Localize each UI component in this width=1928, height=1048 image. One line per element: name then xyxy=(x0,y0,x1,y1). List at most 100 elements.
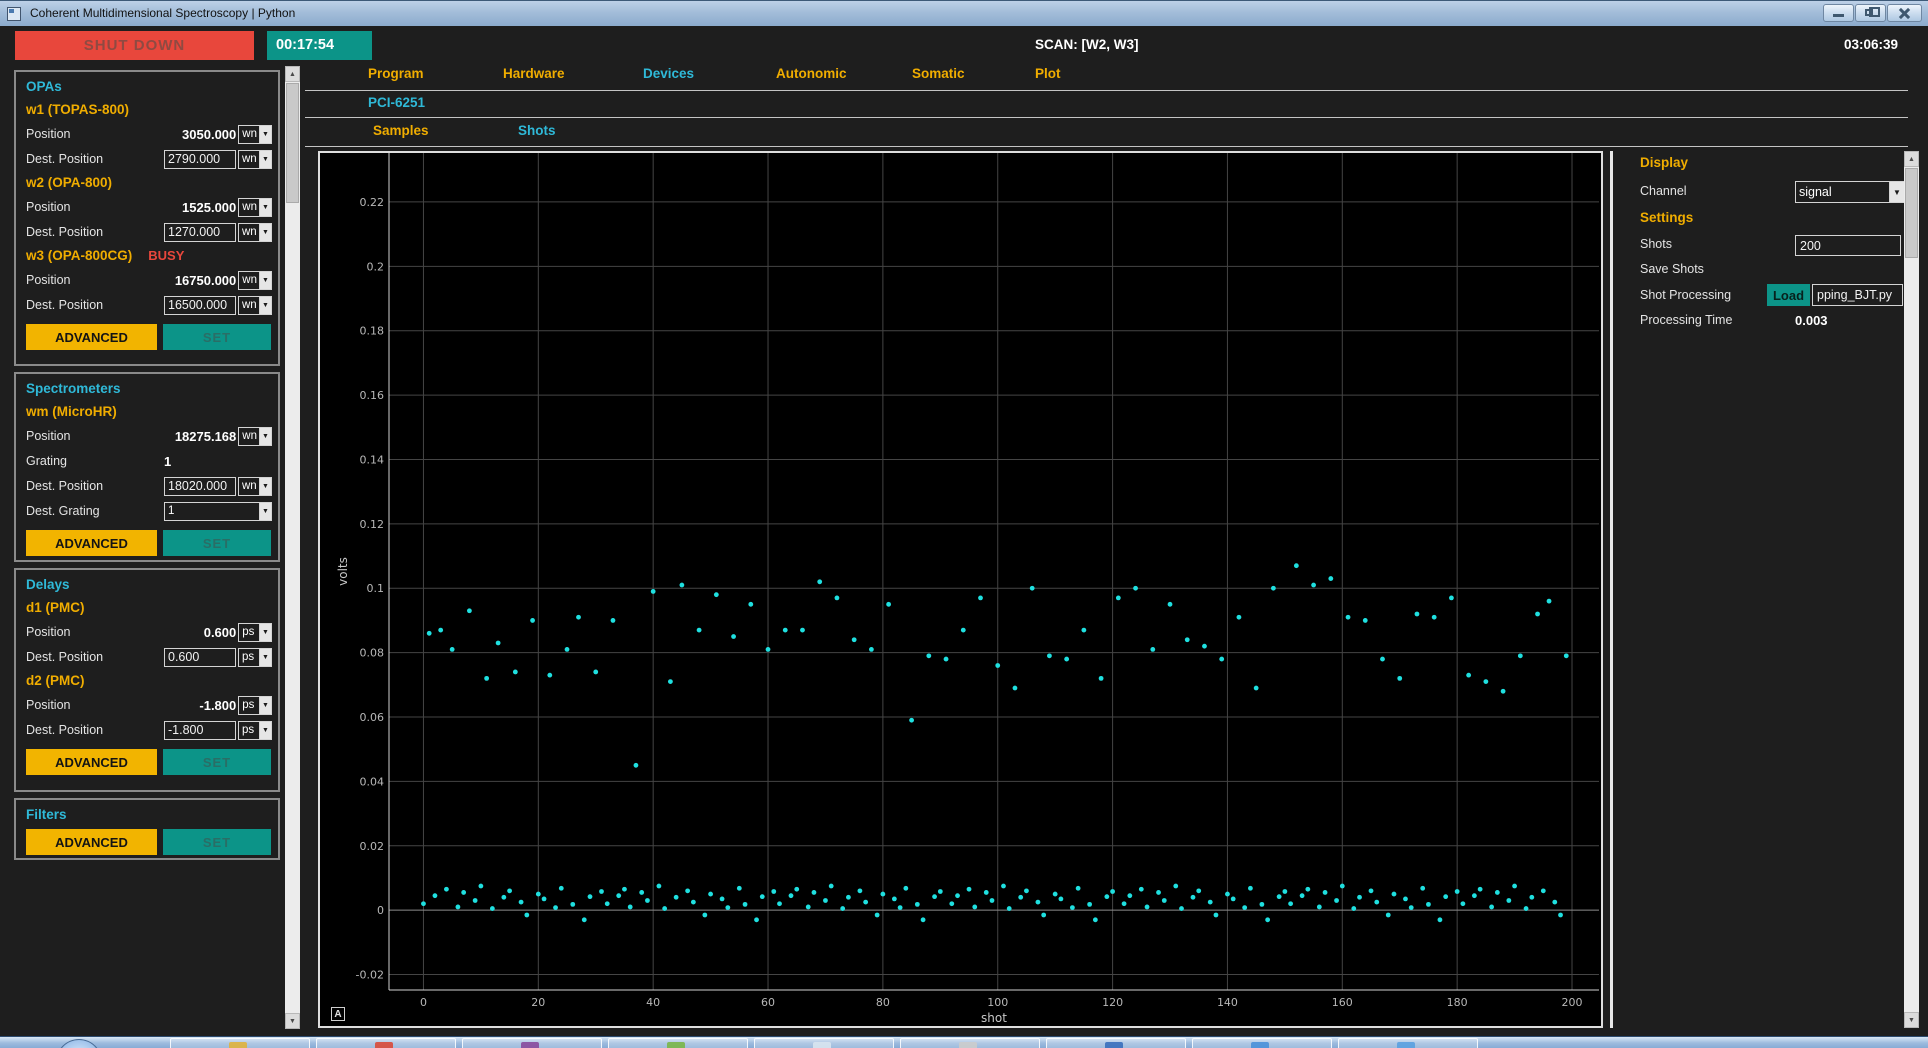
menu-divider xyxy=(305,90,1908,91)
windows-taskbar[interactable] xyxy=(0,1036,1928,1048)
w3-position-row: Position 16750.000 wn▼ xyxy=(26,269,272,291)
start-button[interactable] xyxy=(56,1039,102,1048)
taskbar-app-button[interactable] xyxy=(1338,1038,1478,1048)
position-label: Position xyxy=(26,273,163,287)
tab-samples[interactable]: Samples xyxy=(373,123,429,138)
position-label: Position xyxy=(26,200,163,214)
chevron-down-icon: ▼ xyxy=(259,224,271,241)
wm-position-unit-select[interactable]: wn▼ xyxy=(238,427,272,446)
delays-set-button[interactable]: SET xyxy=(163,749,271,775)
position-value: 3050.000 xyxy=(163,127,236,142)
d2-dest-unit-select[interactable]: ps▼ xyxy=(238,721,272,740)
menu-item-devices[interactable]: Devices xyxy=(643,66,694,81)
taskbar-app-button[interactable] xyxy=(1192,1038,1332,1048)
processing-script-input[interactable] xyxy=(1812,284,1903,306)
wm-position-row: Position 18275.168 wn▼ xyxy=(26,425,272,447)
spectrometers-set-button[interactable]: SET xyxy=(163,530,271,556)
tab-shots[interactable]: Shots xyxy=(518,123,556,138)
svg-text:0.06: 0.06 xyxy=(360,711,385,724)
w1-dest-unit-select[interactable]: wn▼ xyxy=(238,150,272,169)
autoscale-button[interactable]: A xyxy=(331,1007,345,1021)
section-title-opas: OPAs xyxy=(26,79,272,97)
taskbar-app-button[interactable] xyxy=(316,1038,456,1048)
wm-dest-grating-select[interactable]: 1▼ xyxy=(164,502,272,521)
sidebar-scrollbar[interactable]: ▲ ▼ xyxy=(285,66,300,1029)
opas-set-button[interactable]: SET xyxy=(163,324,271,350)
w3-dest-unit-select[interactable]: wn▼ xyxy=(238,296,272,315)
w2-dest-position-input[interactable] xyxy=(164,223,236,242)
scroll-down-icon[interactable]: ▼ xyxy=(285,1013,300,1029)
plot-panel-splitter[interactable] xyxy=(1610,151,1613,1028)
svg-text:60: 60 xyxy=(761,996,775,1009)
close-button[interactable] xyxy=(1887,4,1922,22)
menu-item-somatic[interactable]: Somatic xyxy=(912,66,965,81)
minimize-icon xyxy=(1833,14,1844,17)
dest-position-label: Dest. Position xyxy=(26,152,164,166)
d1-position-row: Position 0.600 ps▼ xyxy=(26,621,272,643)
taskbar-app-button[interactable] xyxy=(462,1038,602,1048)
shots-scatter-plot[interactable]: 020406080100120140160180200-0.0200.020.0… xyxy=(320,153,1601,1026)
position-value: -1.800 xyxy=(163,698,236,713)
restore-button[interactable] xyxy=(1855,4,1886,22)
d2-dest-position-input[interactable] xyxy=(164,721,236,740)
titlebar[interactable]: Coherent Multidimensional Spectroscopy |… xyxy=(0,0,1928,26)
delays-advanced-button[interactable]: ADVANCED xyxy=(26,749,157,775)
menu-item-autonomic[interactable]: Autonomic xyxy=(776,66,847,81)
tab-pci-6251[interactable]: PCI-6251 xyxy=(368,95,425,110)
d1-dest-position-input[interactable] xyxy=(164,648,236,667)
menu-item-plot[interactable]: Plot xyxy=(1035,66,1061,81)
filters-advanced-button[interactable]: ADVANCED xyxy=(26,829,157,855)
position-label: Position xyxy=(26,127,163,141)
taskbar-app-button[interactable] xyxy=(608,1038,748,1048)
d2-dest-position-row: Dest. Position ps▼ xyxy=(26,719,272,741)
wm-dest-unit-select[interactable]: wn▼ xyxy=(238,477,272,496)
d1-dest-unit-select[interactable]: ps▼ xyxy=(238,648,272,667)
w2-position-unit-select[interactable]: wn▼ xyxy=(238,198,272,217)
display-header: Display xyxy=(1640,155,1688,170)
menu-item-program[interactable]: Program xyxy=(368,66,424,81)
grating-label: Grating xyxy=(26,454,164,468)
shots-count-input[interactable] xyxy=(1795,235,1901,256)
shot-processing-label: Shot Processing xyxy=(1640,288,1731,302)
chevron-down-icon: ▼ xyxy=(259,297,271,314)
channel-label: Channel xyxy=(1640,184,1687,198)
svg-text:0: 0 xyxy=(377,904,384,917)
d2-position-unit-select[interactable]: ps▼ xyxy=(238,696,272,715)
svg-text:0.18: 0.18 xyxy=(360,325,385,338)
w1-dest-position-input[interactable] xyxy=(164,150,236,169)
svg-text:180: 180 xyxy=(1447,996,1468,1009)
busy-status-badge: BUSY xyxy=(148,248,184,263)
filters-set-button[interactable]: SET xyxy=(163,829,271,855)
taskbar-app-icon xyxy=(1251,1042,1269,1048)
taskbar-app-button[interactable] xyxy=(754,1038,894,1048)
menu-item-hardware[interactable]: Hardware xyxy=(503,66,565,81)
dest-position-label: Dest. Position xyxy=(26,479,164,493)
taskbar-app-button[interactable] xyxy=(900,1038,1040,1048)
shutdown-button[interactable]: SHUT DOWN xyxy=(15,31,254,60)
opas-advanced-button[interactable]: ADVANCED xyxy=(26,324,157,350)
scroll-up-icon[interactable]: ▲ xyxy=(285,66,300,82)
taskbar-app-button[interactable] xyxy=(170,1038,310,1048)
w3-dest-position-input[interactable] xyxy=(164,296,236,315)
scrollbar-thumb[interactable] xyxy=(286,83,299,203)
scroll-down-icon[interactable]: ▼ xyxy=(1904,1012,1919,1028)
taskbar-app-icon xyxy=(1105,1042,1123,1048)
d1-position-unit-select[interactable]: ps▼ xyxy=(238,623,272,642)
taskbar-app-button[interactable] xyxy=(1046,1038,1186,1048)
w1-position-unit-select[interactable]: wn▼ xyxy=(238,125,272,144)
right-panel-scrollbar[interactable]: ▲ ▼ xyxy=(1904,151,1919,1028)
d1-dest-position-row: Dest. Position ps▼ xyxy=(26,646,272,668)
spectrometers-advanced-button[interactable]: ADVANCED xyxy=(26,530,157,556)
load-script-button[interactable]: Load xyxy=(1767,284,1810,306)
minimize-button[interactable] xyxy=(1823,4,1854,22)
channel-select[interactable]: signal ▼ xyxy=(1795,181,1905,203)
scrollbar-thumb[interactable] xyxy=(1905,168,1918,258)
w2-dest-unit-select[interactable]: wn▼ xyxy=(238,223,272,242)
svg-text:0.14: 0.14 xyxy=(360,453,385,466)
wm-dest-position-input[interactable] xyxy=(164,477,236,496)
opas-panel: OPAs w1 (TOPAS-800) Position 3050.000 wn… xyxy=(14,70,280,366)
scroll-up-icon[interactable]: ▲ xyxy=(1904,151,1919,167)
restore-icon xyxy=(1865,9,1873,16)
w3-position-unit-select[interactable]: wn▼ xyxy=(238,271,272,290)
wm-dest-grating-row: Dest. Grating 1▼ xyxy=(26,500,272,522)
